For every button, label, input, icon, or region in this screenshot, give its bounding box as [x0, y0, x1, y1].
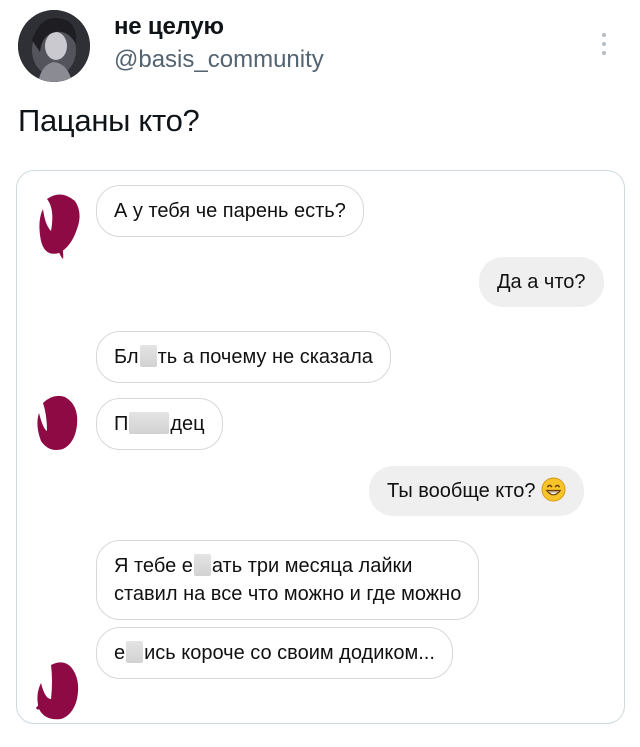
message-text: ть а почему не сказала [157, 346, 373, 368]
message-text: дец [170, 413, 205, 435]
message-text: Ты вообще кто? [387, 480, 536, 502]
censor-blur [139, 345, 157, 367]
message-text: Да а что? [497, 271, 586, 293]
censor-blur [126, 641, 144, 663]
author-name[interactable]: не целую [114, 13, 224, 41]
message-text: ать три месяца лайки [211, 555, 413, 577]
censor-blur [129, 412, 170, 434]
more-options-button[interactable] [592, 24, 616, 64]
message-text: ставил на все что можно и где можно [114, 583, 462, 605]
message-bubble-outgoing: Да а что? [479, 257, 604, 307]
message-bubble-incoming: А у тебя че парень есть? [96, 185, 364, 237]
grinning-face-emoji-icon [541, 477, 566, 502]
avatar-image [18, 10, 90, 82]
author-handle[interactable]: @basis_community [114, 46, 324, 74]
scribble-mark-2 [37, 395, 78, 450]
message-bubble-outgoing: Ты вообще кто? [369, 466, 585, 516]
censor-blur [193, 554, 211, 576]
message-text: П [114, 413, 129, 435]
message-text: Я тебе е [114, 555, 193, 577]
tweet-media-image[interactable]: А у тебя че парень есть? Да а что? Бл ть … [16, 170, 625, 724]
message-text: е [114, 642, 126, 664]
more-icon-dot [602, 51, 606, 55]
message-bubble-incoming: Я тебе е ать три месяца лайки ставил на в… [96, 540, 480, 620]
scribble-mark-1 [39, 194, 80, 259]
message-text: Бл [114, 346, 139, 368]
more-icon-dot [602, 42, 606, 46]
message-bubble-incoming: Пдец [96, 398, 223, 450]
more-icon-dot [602, 33, 606, 37]
message-text: А у тебя че парень есть? [114, 200, 346, 222]
message-bubble-incoming: е ись короче со своим додиком... [96, 627, 453, 679]
tweet-text: Пацаны кто? [18, 103, 200, 138]
scribble-mark-3 [35, 662, 79, 720]
message-text: ись короче со своим додиком... [144, 642, 435, 664]
author-avatar[interactable] [18, 10, 90, 82]
message-bubble-incoming: Бл ть а почему не сказала [96, 331, 391, 383]
